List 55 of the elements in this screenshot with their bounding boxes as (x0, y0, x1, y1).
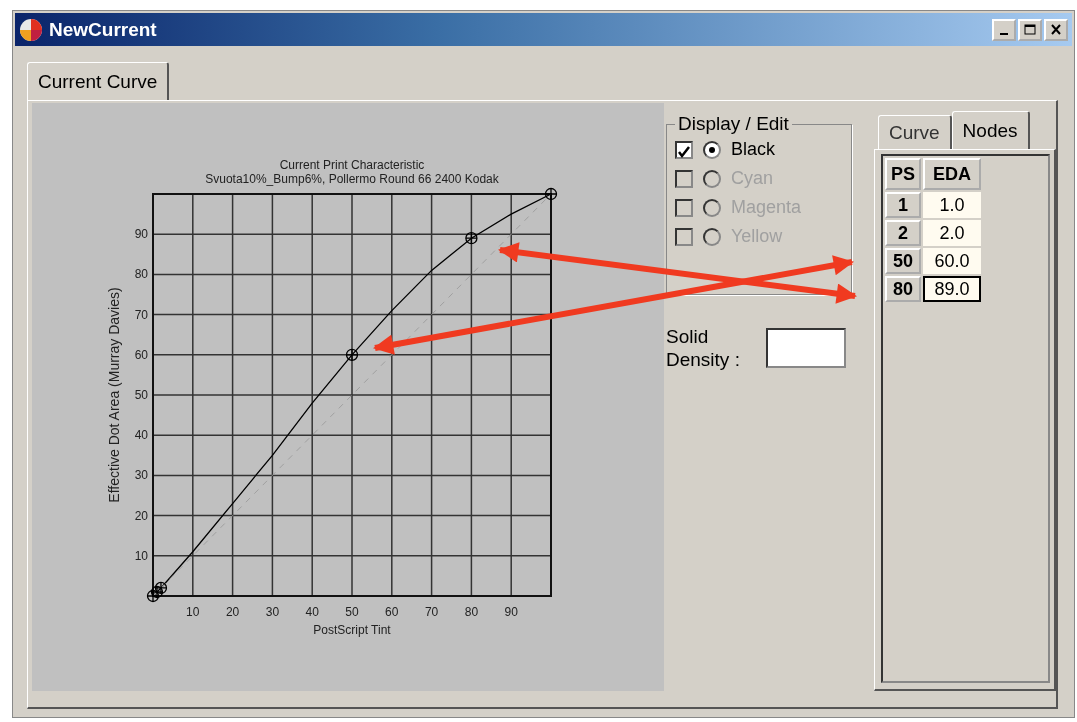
radio-button[interactable] (703, 140, 721, 159)
y-tick-label: 40 (134, 428, 148, 443)
x-tick-label: 60 (385, 605, 399, 619)
y-tick-label: 70 (134, 307, 148, 322)
x-tick-label: 70 (424, 605, 439, 619)
node-marker[interactable] (146, 589, 160, 603)
node-marker[interactable] (150, 585, 164, 599)
x-tick-label: 30 (265, 605, 280, 619)
y-tick-label: 60 (134, 347, 148, 362)
solid-density-label: Solid Density : (666, 325, 741, 371)
x-tick-label: 50 (345, 605, 359, 619)
column-header: PS (884, 158, 921, 190)
app-logo-icon (19, 17, 43, 42)
tab[interactable]: Curve (877, 115, 952, 149)
node-marker[interactable] (154, 581, 168, 595)
close-button[interactable] (1044, 18, 1068, 41)
table-cell[interactable]: 1.0 (922, 192, 981, 218)
table-cell[interactable]: 60.0 (922, 248, 981, 274)
minimize-icon (1000, 32, 1008, 35)
column-header: EDA (922, 158, 981, 190)
maximize-button[interactable] (1018, 18, 1042, 41)
y-tick-label: 80 (134, 267, 148, 282)
row-header: 2 (884, 220, 921, 246)
y-tick-label: 10 (134, 548, 148, 563)
y-axis-label: Effective Dot Area (Murray Davies) (106, 287, 122, 503)
x-tick-label: 80 (464, 605, 479, 619)
x-axis-label: PostScript Tint (313, 623, 391, 637)
chart-title: Svuota10%_Bump6%, Pollermo Round 66 2400 Kodak (205, 172, 499, 186)
tab[interactable]: Nodes (951, 111, 1030, 149)
x-tick-label: 20 (225, 605, 240, 619)
y-tick-label: 90 (134, 227, 148, 242)
x-tick-label: 90 (504, 605, 518, 619)
x-tick-label: 40 (305, 605, 319, 619)
channel-label: Black (731, 139, 775, 160)
row-header: 50 (884, 248, 921, 274)
y-tick-label: 50 (134, 388, 148, 402)
table-cell[interactable]: 2.0 (922, 220, 981, 246)
chart-title: Current Print Characteristic (279, 158, 425, 172)
y-tick-label: 30 (134, 468, 148, 483)
node-marker[interactable] (544, 187, 558, 201)
node-marker[interactable] (465, 232, 478, 245)
window-title: NewCurrent (49, 18, 158, 41)
x-tick-label: 10 (186, 605, 200, 619)
group-title: Display / Edit (677, 113, 790, 135)
y-tick-label: 20 (134, 508, 148, 523)
solid-density-field[interactable] (766, 328, 846, 368)
maximize-icon (1024, 24, 1036, 35)
row-header: 80 (884, 276, 921, 302)
close-icon (1050, 24, 1062, 35)
minimize-button[interactable] (992, 18, 1016, 41)
node-marker[interactable] (345, 348, 359, 361)
row-header: 1 (884, 192, 921, 218)
table-cell[interactable]: 89.0 (922, 276, 981, 302)
checkbox[interactable] (675, 140, 693, 159)
tab[interactable]: Current Curve (27, 62, 170, 100)
